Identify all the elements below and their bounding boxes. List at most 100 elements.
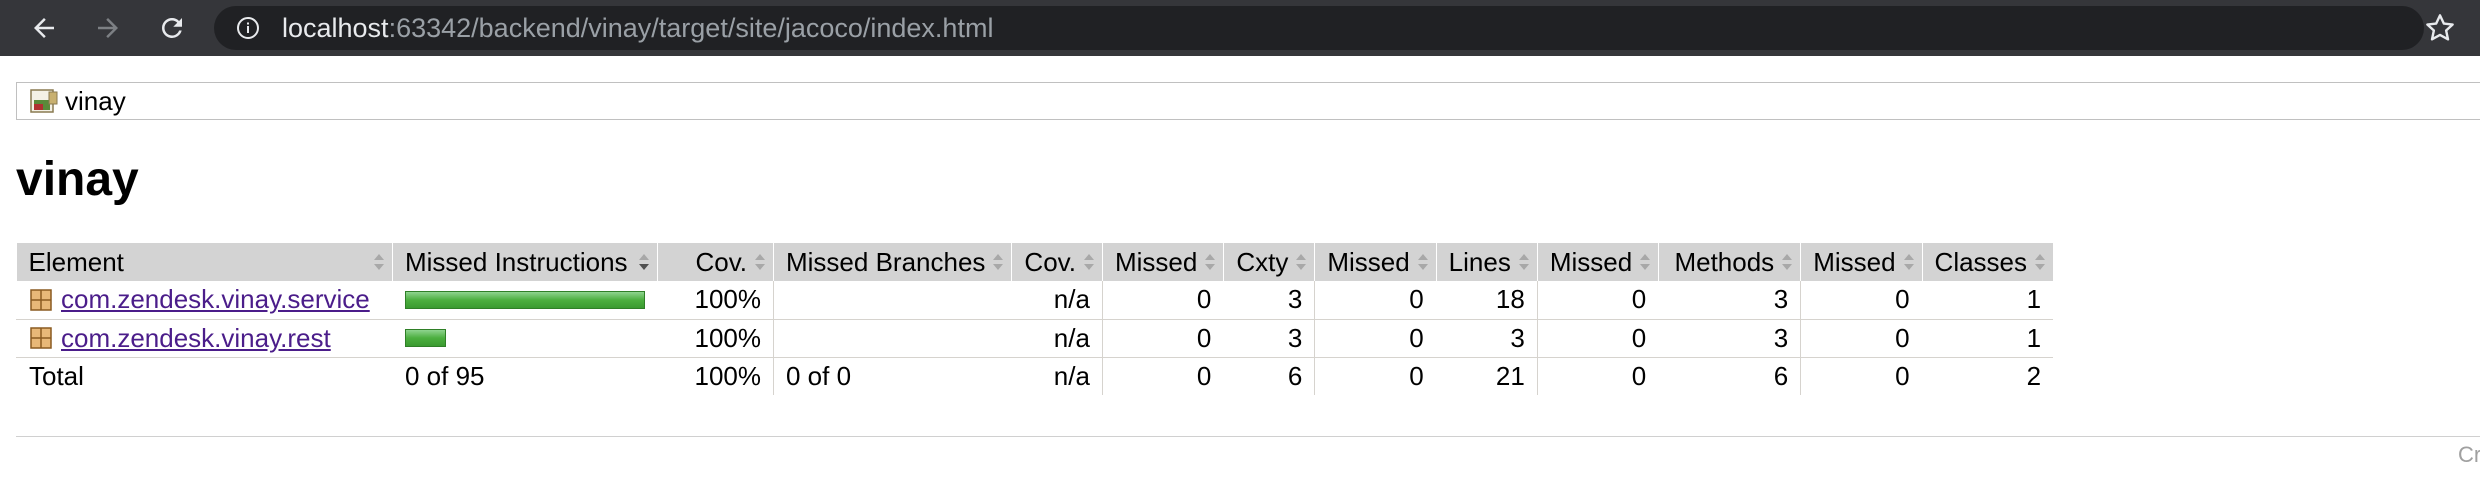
element-cell: com.zendesk.vinay.rest — [16, 319, 393, 358]
cov-cell: n/a — [1011, 281, 1103, 320]
table-row: com.zendesk.vinay.rest 100% n/a 0 3 0 3 … — [16, 319, 2054, 358]
sort-icon — [1296, 254, 1307, 270]
url-host: localhost — [282, 13, 389, 43]
sort-icon — [993, 254, 1004, 270]
total-missed-classes: 0 — [1800, 357, 1923, 395]
breadcrumb-label: vinay — [65, 86, 126, 116]
header-missed-classes[interactable]: Missed — [1800, 243, 1923, 281]
header-label: Lines — [1448, 246, 1511, 277]
footer-divider — [16, 436, 2480, 437]
total-lines: 21 — [1435, 357, 1538, 395]
header-label: Cxty — [1236, 246, 1289, 277]
report-icon — [30, 89, 58, 113]
classes-cell: 1 — [1921, 319, 2054, 358]
address-bar[interactable]: localhost:63342/backend/vinay/target/sit… — [214, 6, 2424, 50]
methods-cell: 3 — [1658, 319, 1801, 358]
methods-cell: 3 — [1658, 281, 1801, 320]
missed-cxty-cell: 0 — [1101, 281, 1224, 320]
table-total-row: Total 0 of 95 100% 0 of 0 n/a 0 6 0 21 0… — [16, 357, 2054, 395]
cxty-cell: 3 — [1223, 281, 1315, 320]
sort-icon — [1518, 254, 1529, 270]
instructions-bar-cell — [392, 319, 658, 358]
package-icon — [30, 289, 52, 311]
page-title: vinay — [16, 153, 139, 206]
package-link[interactable]: com.zendesk.vinay.rest — [61, 323, 331, 354]
cxty-cell: 3 — [1223, 319, 1315, 358]
sort-descending-icon — [639, 254, 649, 270]
header-missed-lines[interactable]: Missed — [1314, 243, 1437, 281]
header-missed-cxty[interactable]: Missed — [1101, 243, 1224, 281]
header-cov-instructions[interactable]: Cov. — [657, 243, 774, 281]
header-classes[interactable]: Classes — [1921, 243, 2054, 281]
lines-cell: 18 — [1435, 281, 1538, 320]
header-label: Missed — [1549, 246, 1633, 277]
package-link[interactable]: com.zendesk.vinay.service — [61, 284, 370, 315]
table-header-row: Element Missed Instructions Cov. Missed … — [16, 243, 2054, 281]
total-branches: 0 of 0 — [772, 357, 1012, 395]
header-cov-branches[interactable]: Cov. — [1011, 243, 1103, 281]
missed-methods-cell: 0 — [1536, 319, 1659, 358]
cov-cell: 100% — [657, 319, 774, 358]
table-row: com.zendesk.vinay.service 100% n/a 0 3 0… — [16, 281, 2054, 320]
header-label: Missed — [1813, 246, 1896, 277]
sort-icon — [2035, 254, 2046, 270]
total-instructions: 0 of 95 — [392, 357, 658, 395]
sort-icon — [1205, 254, 1216, 270]
browser-toolbar: localhost:63342/backend/vinay/target/sit… — [0, 0, 2480, 56]
forward-button[interactable] — [88, 8, 128, 48]
missed-lines-cell: 0 — [1314, 319, 1437, 358]
footer-text: Cr — [2458, 442, 2480, 467]
header-missed-branches[interactable]: Missed Branches — [772, 243, 1012, 281]
sort-icon — [1903, 254, 1914, 270]
star-icon[interactable] — [2424, 12, 2456, 44]
header-label: Missed Branches — [786, 246, 986, 277]
total-missed-lines: 0 — [1314, 357, 1437, 395]
instructions-bar-cell — [392, 281, 658, 320]
package-icon — [30, 327, 52, 349]
header-missed-instructions[interactable]: Missed Instructions — [392, 243, 658, 281]
total-missed-cxty: 0 — [1101, 357, 1224, 395]
reload-button[interactable] — [152, 8, 192, 48]
breadcrumb: vinay — [16, 82, 2480, 120]
url-path: :63342/backend/vinay/target/site/jacoco/… — [388, 13, 994, 43]
header-label: Methods — [1674, 246, 1775, 277]
total-label: Total — [16, 357, 393, 395]
header-label: Missed — [1327, 246, 1410, 277]
header-element[interactable]: Element — [16, 243, 393, 281]
header-label: Missed — [1114, 246, 1198, 277]
header-label: Classes — [1934, 246, 2028, 277]
total-classes: 2 — [1921, 357, 2054, 395]
header-methods[interactable]: Methods — [1658, 243, 1801, 281]
header-missed-methods[interactable]: Missed — [1536, 243, 1659, 281]
header-lines[interactable]: Lines — [1435, 243, 1538, 281]
header-label: Missed Instructions — [405, 246, 628, 277]
coverage-bar-green — [405, 329, 446, 347]
back-button[interactable] — [24, 8, 64, 48]
total-cov: n/a — [1011, 357, 1103, 395]
missed-classes-cell: 0 — [1800, 281, 1923, 320]
sort-icon — [1083, 254, 1094, 270]
lines-cell: 3 — [1435, 319, 1538, 358]
info-icon[interactable] — [236, 16, 260, 40]
cov-cell: 100% — [657, 281, 774, 320]
total-methods: 6 — [1658, 357, 1801, 395]
total-missed-methods: 0 — [1536, 357, 1659, 395]
header-cxty[interactable]: Cxty — [1223, 243, 1315, 281]
header-label: Element — [28, 246, 124, 277]
header-label: Cov. — [1024, 246, 1076, 277]
element-cell: com.zendesk.vinay.service — [16, 281, 393, 320]
sort-icon — [1640, 254, 1651, 270]
sort-icon — [1782, 254, 1793, 270]
header-label: Cov. — [695, 246, 747, 277]
missed-classes-cell: 0 — [1800, 319, 1923, 358]
coverage-bar-track — [405, 329, 645, 347]
sort-icon — [755, 254, 765, 270]
classes-cell: 1 — [1921, 281, 2054, 320]
total-cov: 100% — [657, 357, 774, 395]
url-text[interactable]: localhost:63342/backend/vinay/target/sit… — [282, 6, 993, 50]
missed-cxty-cell: 0 — [1101, 319, 1224, 358]
total-cxty: 6 — [1223, 357, 1315, 395]
coverage-bar-green — [405, 290, 645, 309]
back-arrow-icon — [34, 18, 54, 38]
sort-icon — [374, 254, 384, 270]
